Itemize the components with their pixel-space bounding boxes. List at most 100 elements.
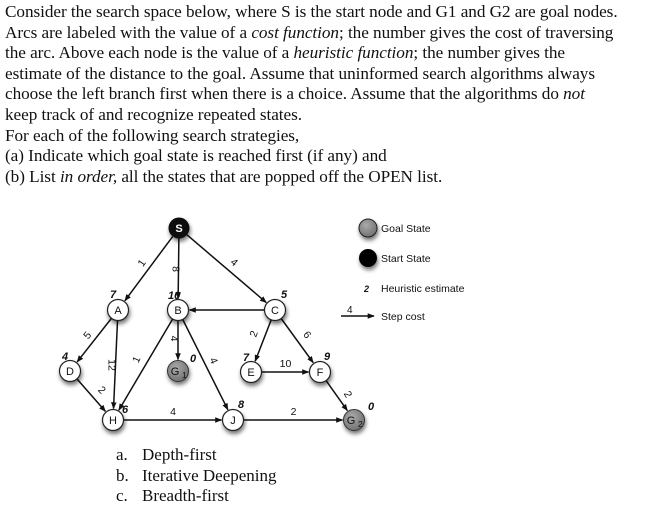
text-run: the arc. Above each node is the value of… bbox=[5, 43, 294, 63]
edge-a-d bbox=[76, 317, 113, 363]
node-j: J8 bbox=[221, 399, 245, 432]
edge-cost-label: 4 bbox=[170, 406, 176, 418]
node-label: E bbox=[247, 367, 254, 379]
problem-line: choose the left branch first when there … bbox=[5, 84, 667, 105]
legend-cost-sample: 4 bbox=[347, 305, 353, 316]
node-g2: G 20 bbox=[343, 401, 375, 431]
problem-line: Arcs are labeled with the value of a cos… bbox=[5, 23, 667, 44]
node-label: F bbox=[317, 367, 324, 379]
strategy-item: b. Iterative Deepening bbox=[116, 466, 277, 487]
problem-statement: Consider the search space below, where S… bbox=[5, 2, 667, 187]
node-f: F9 bbox=[308, 351, 332, 384]
node-label: G bbox=[171, 366, 180, 378]
edge-s-c bbox=[186, 234, 267, 304]
strategy-list: a. Depth-first b. Iterative Deepening c.… bbox=[116, 445, 277, 507]
text-run: keep track of and recognize repeated sta… bbox=[5, 104, 302, 124]
edge-cost-label: 5 bbox=[81, 329, 94, 341]
strategy-label: Breadth-first bbox=[142, 486, 229, 505]
text-run: ; the number gives the cost of traversin… bbox=[338, 22, 614, 42]
node-d: D4 bbox=[58, 351, 82, 383]
text-run: all the states that are popped off the O… bbox=[117, 166, 443, 186]
text-run: Consider the search space below, where S… bbox=[5, 2, 618, 21]
heuristic-value: 10 bbox=[168, 290, 181, 302]
problem-line: keep track of and recognize repeated sta… bbox=[5, 105, 667, 126]
emphasis-text: heuristic function bbox=[293, 43, 414, 63]
emphasis-text: cost function bbox=[251, 22, 339, 42]
text-run: For each of the following search strateg… bbox=[5, 125, 300, 145]
legend-heuristic-sample: 2 bbox=[363, 284, 369, 294]
edge-cost-label: 2 bbox=[95, 384, 108, 397]
node-subscript: 2 bbox=[358, 419, 363, 429]
edge-cost-label: 4 bbox=[168, 336, 180, 342]
text-run: choose the left branch first when there … bbox=[5, 84, 564, 104]
heuristic-value: 9 bbox=[324, 351, 331, 363]
problem-line: (a) Indicate which goal state is reached… bbox=[5, 146, 667, 167]
text-run: (b) List bbox=[5, 166, 60, 186]
node-a: A7 bbox=[106, 289, 130, 322]
edge-cost-label: 10 bbox=[280, 358, 292, 370]
node-label: D bbox=[66, 366, 74, 378]
heuristic-value: 7 bbox=[110, 289, 117, 301]
strategy-item: c. Breadth-first bbox=[116, 486, 277, 507]
text-run: ; the number gives the bbox=[413, 43, 566, 63]
edge-d-h bbox=[76, 378, 106, 412]
text-run: estimate of the distance to the goal. As… bbox=[5, 63, 595, 83]
heuristic-value: 4 bbox=[61, 351, 68, 363]
heuristic-value: 0 bbox=[368, 401, 375, 413]
problem-line: estimate of the distance to the goal. As… bbox=[5, 64, 667, 85]
strategy-marker: c. bbox=[116, 486, 128, 505]
node-label: B bbox=[174, 305, 181, 317]
legend: Goal State Start State 2 Heuristic estim… bbox=[341, 218, 465, 323]
emphasis-text: not bbox=[563, 84, 585, 104]
strategy-marker: b. bbox=[116, 465, 129, 485]
node-s: S bbox=[168, 217, 190, 239]
problem-line: (b) List in order, all the states that a… bbox=[5, 167, 667, 188]
edges-layer: 1 8 4512 1442 621024 2 bbox=[76, 234, 354, 423]
node-label: G bbox=[347, 415, 356, 427]
edge-c-f bbox=[280, 318, 314, 364]
legend-start: Start State bbox=[359, 249, 431, 267]
edge-cost-label: 4 bbox=[207, 356, 220, 366]
legend-start-label: Start State bbox=[381, 253, 431, 265]
node-b: B 10 bbox=[166, 290, 190, 322]
edge-b-h bbox=[118, 318, 174, 411]
emphasis-text: in order, bbox=[59, 166, 118, 186]
node-label: C bbox=[271, 305, 279, 317]
strategy-label: Iterative Deepening bbox=[142, 465, 277, 485]
edge-cost-label: 2 bbox=[291, 406, 297, 418]
node-label: A bbox=[114, 305, 122, 317]
legend-cost-label: Step cost bbox=[381, 311, 425, 323]
legend-heuristic-label: Heuristic estimate bbox=[381, 283, 465, 295]
node-h: H6 bbox=[101, 404, 129, 432]
problem-line: the arc. Above each node is the value of… bbox=[5, 43, 667, 64]
heuristic-value: 0 bbox=[190, 353, 197, 365]
node-label: H bbox=[109, 415, 117, 427]
strategy-label: Depth-first bbox=[142, 445, 217, 464]
heuristic-value: 6 bbox=[122, 404, 129, 416]
problem-line: For each of the following search strateg… bbox=[5, 126, 667, 147]
edge-cost-label: 4 bbox=[228, 256, 240, 269]
heuristic-value: 8 bbox=[238, 399, 245, 411]
node-label: S bbox=[175, 223, 182, 235]
strategy-item: a. Depth-first bbox=[116, 445, 277, 466]
strategy-marker: a. bbox=[116, 445, 128, 464]
node-e: E7 bbox=[239, 352, 263, 384]
search-graph: 1 8 4512 1442 621024 2 SA7B10C5D4G 10E7F9H6J8G… bbox=[58, 217, 465, 432]
text-run: Arcs are labeled with the value of a bbox=[5, 22, 252, 42]
legend-heuristic: 2 Heuristic estimate bbox=[363, 283, 465, 295]
edge-cost-label: 8 bbox=[170, 266, 182, 272]
edge-cost-label: 12 bbox=[106, 359, 118, 371]
edge-cost-label: 2 bbox=[341, 389, 354, 400]
legend-goal-label: Goal State bbox=[381, 223, 431, 235]
node-label: J bbox=[230, 415, 236, 427]
edge-c-e bbox=[254, 319, 272, 362]
problem-line: Consider the search space below, where S… bbox=[5, 2, 667, 23]
edge-s-a bbox=[124, 235, 174, 302]
legend-cost: 4 Step cost bbox=[341, 305, 425, 323]
heuristic-value: 7 bbox=[243, 352, 250, 364]
legend-start-icon bbox=[359, 249, 377, 267]
node-subscript: 1 bbox=[182, 370, 187, 380]
legend-goal: Goal State bbox=[358, 218, 431, 238]
edge-cost-label: 6 bbox=[300, 329, 313, 341]
text-run: (a) Indicate which goal state is reached… bbox=[5, 146, 387, 166]
